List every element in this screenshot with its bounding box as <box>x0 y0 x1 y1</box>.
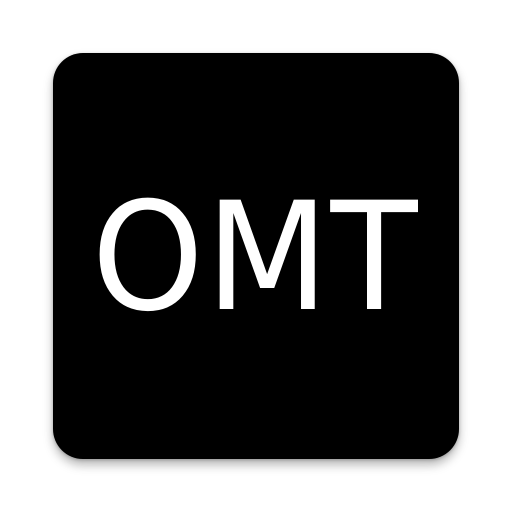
app-icon[interactable]: OMT <box>53 53 459 459</box>
app-icon-label: OMT <box>92 171 420 345</box>
icon-canvas: OMT <box>0 0 512 512</box>
